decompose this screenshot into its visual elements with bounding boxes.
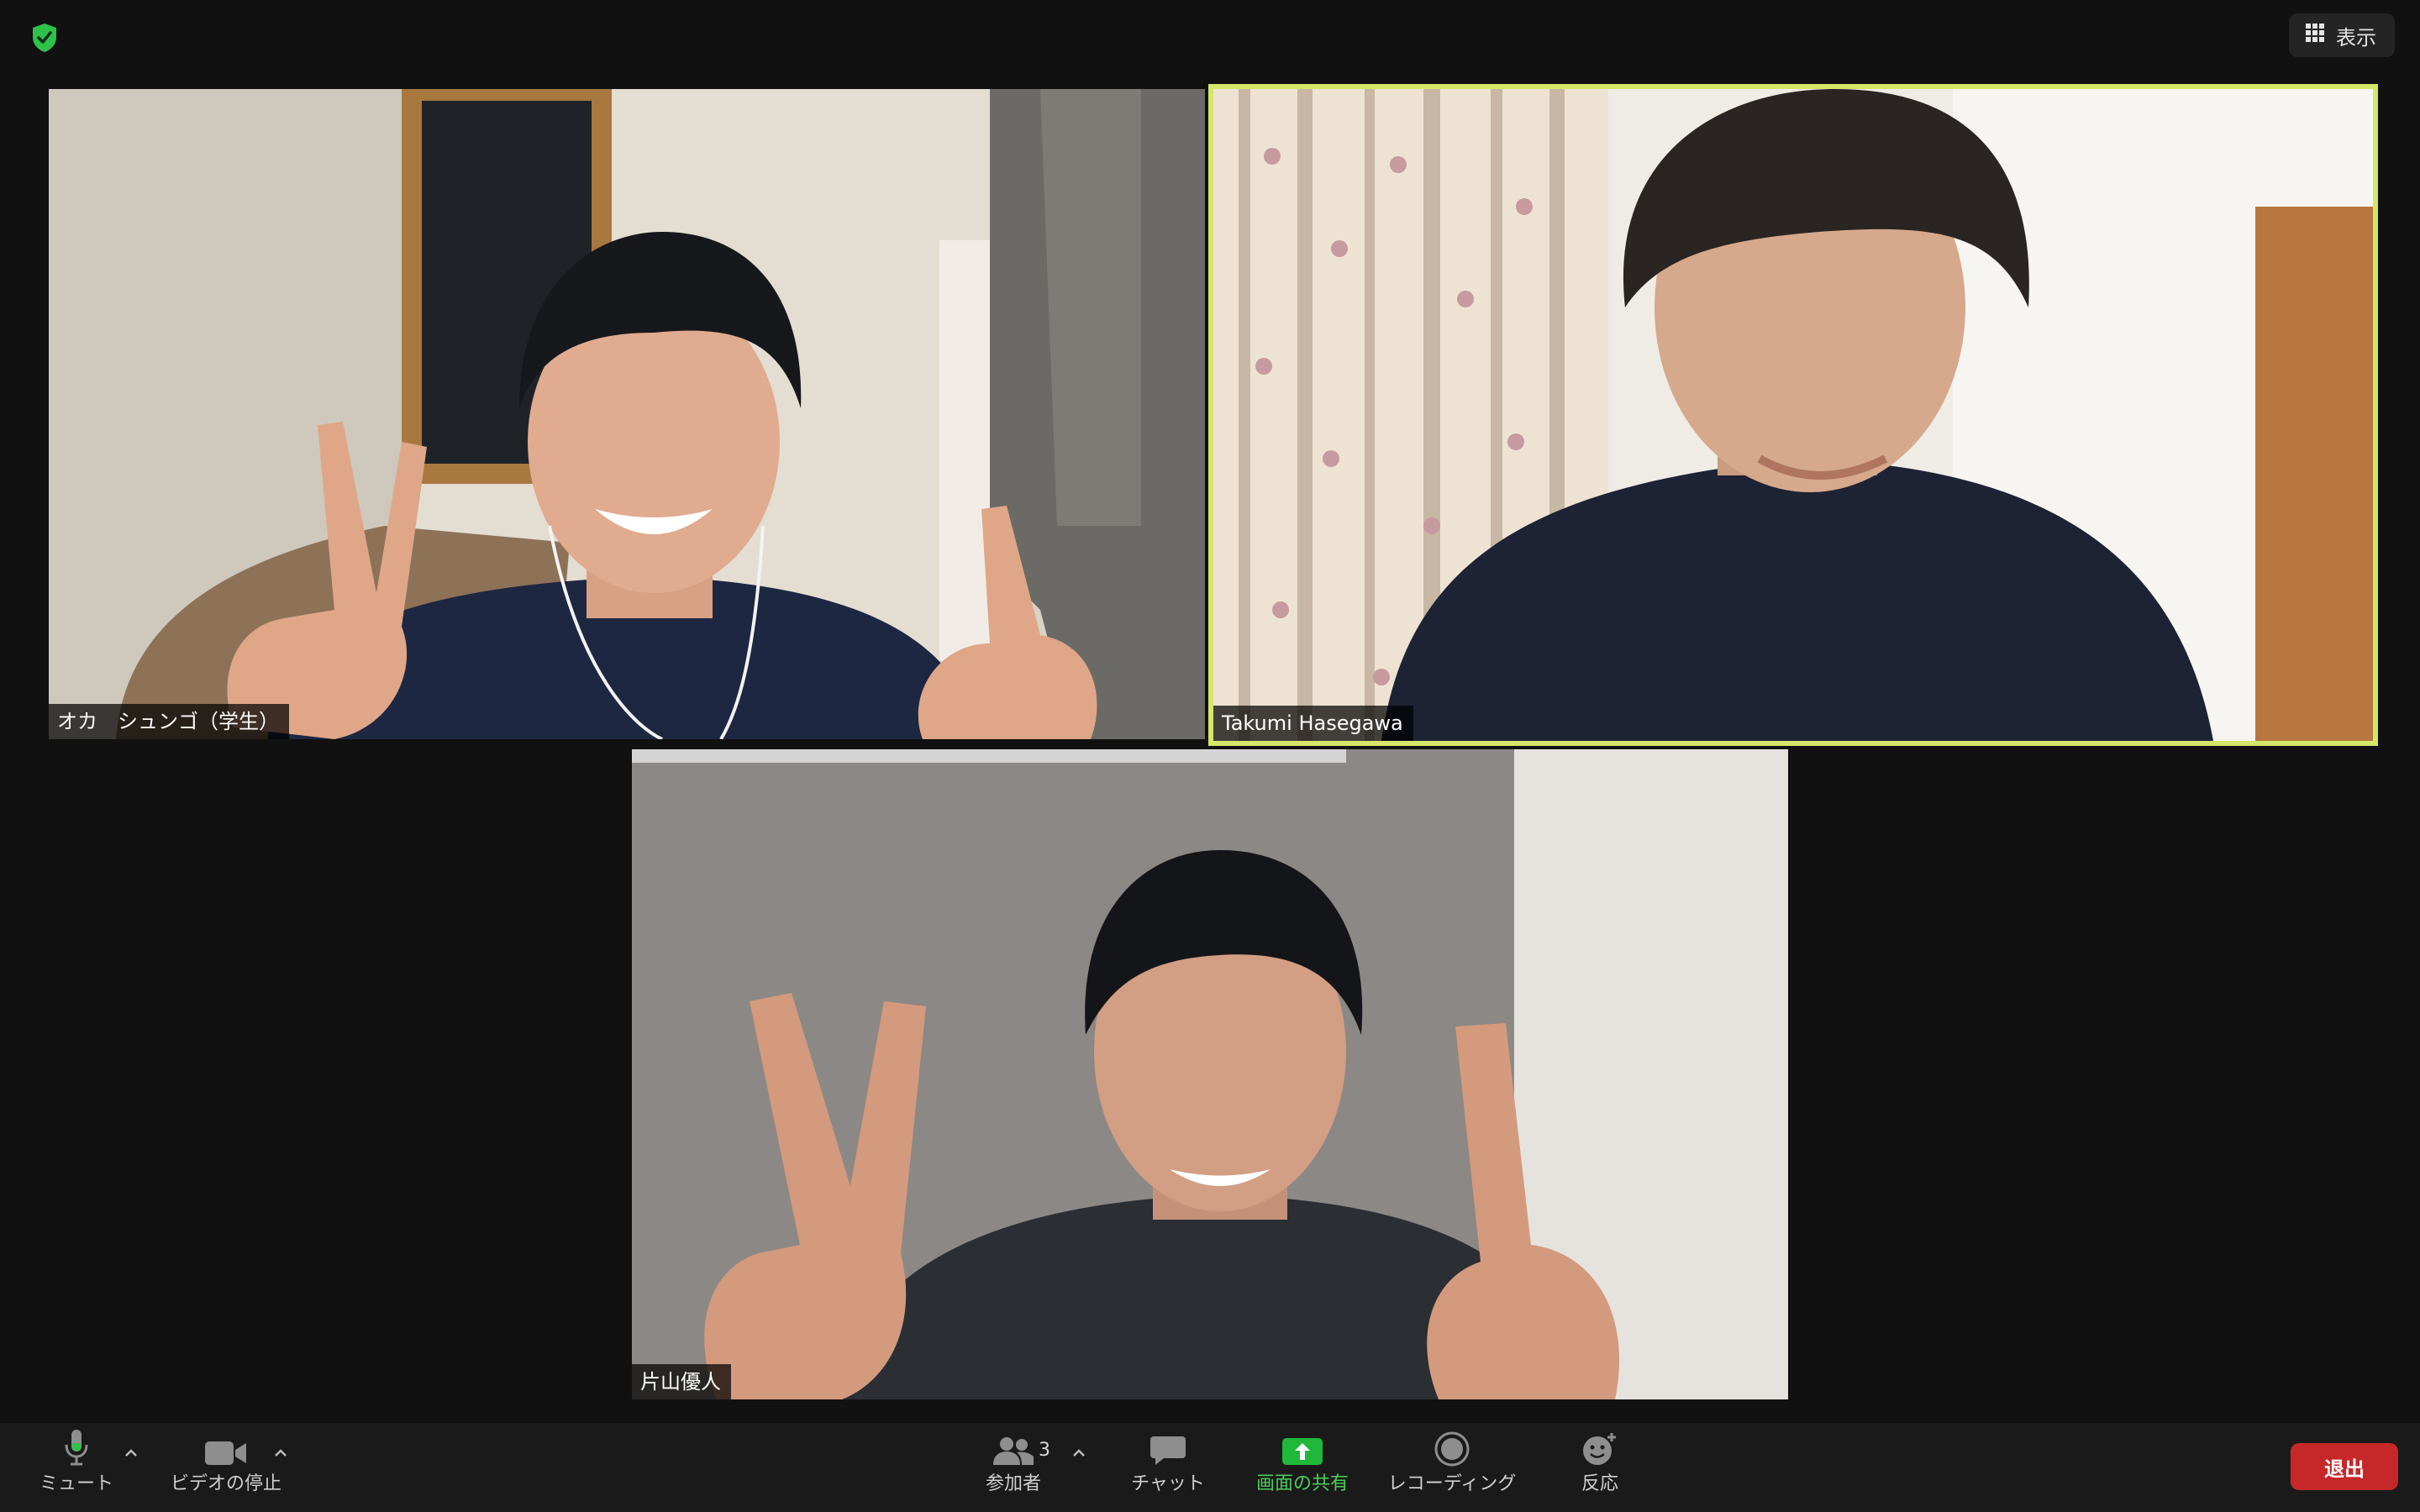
grid-icon — [2306, 24, 2324, 47]
participant-video-feed — [1213, 89, 2373, 741]
participants-button[interactable]: 参加者 — [975, 1423, 1052, 1512]
record-button[interactable]: レコーディング — [1386, 1423, 1518, 1512]
participant-name-tag: Takumi Hasegawa — [1213, 706, 1413, 741]
video-options-chevron-up-icon[interactable] — [271, 1443, 291, 1463]
view-label: 表示 — [2336, 25, 2376, 50]
audio-options-chevron-up-icon[interactable] — [121, 1443, 141, 1463]
participants-count-badge: 3 — [1039, 1440, 1050, 1461]
leave-meeting-button[interactable]: 退出 — [2291, 1443, 2398, 1490]
chat-button[interactable]: チャット — [1126, 1423, 1210, 1512]
security-shield-icon[interactable] — [25, 18, 64, 57]
record-icon — [1434, 1423, 1470, 1472]
participant-name-tag: オカ シュンゴ（学生） — [49, 704, 289, 739]
reactions-button[interactable]: 反応 — [1565, 1423, 1635, 1512]
video-camera-icon — [204, 1423, 248, 1472]
stop-video-label: ビデオの停止 — [170, 1473, 281, 1494]
chat-label: チャット — [1131, 1473, 1205, 1494]
zoom-meeting-window: 表示 オカ シュンゴ（学生） Takumi Hasegawa 片山優人 ミュート… — [0, 0, 2420, 1512]
participants-label: 参加者 — [985, 1473, 1041, 1494]
mute-button[interactable]: ミュート — [30, 1423, 123, 1512]
emoji-plus-icon — [1581, 1423, 1618, 1472]
microphone-icon — [62, 1423, 91, 1472]
participants-icon — [992, 1423, 1035, 1472]
participant-video-tile-1[interactable]: オカ シュンゴ（学生） — [49, 89, 1205, 739]
view-button[interactable]: 表示 — [2289, 13, 2395, 57]
chat-bubble-icon — [1150, 1423, 1186, 1472]
participant-video-tile-3[interactable]: 片山優人 — [632, 749, 1788, 1399]
participants-options-chevron-up-icon[interactable] — [1069, 1443, 1089, 1463]
record-label: レコーディング — [1387, 1473, 1517, 1494]
participant-name-tag: 片山優人 — [632, 1364, 731, 1399]
stop-video-button[interactable]: ビデオの停止 — [165, 1423, 287, 1512]
share-screen-arrow-icon — [1282, 1423, 1323, 1472]
participant-video-feed — [632, 749, 1788, 1399]
share-screen-label: 画面の共有 — [1255, 1473, 1349, 1494]
meeting-controls-toolbar: ミュート ビデオの停止 参加者 3 チャット 画面の共有 レコーディング 反応 … — [0, 1423, 2420, 1512]
participant-video-feed — [49, 89, 1205, 739]
mute-label: ミュート — [39, 1473, 113, 1494]
reactions-label: 反応 — [1581, 1473, 1618, 1494]
share-screen-button[interactable]: 画面の共有 — [1250, 1423, 1355, 1512]
participant-video-tile-2[interactable]: Takumi Hasegawa — [1208, 84, 2378, 746]
